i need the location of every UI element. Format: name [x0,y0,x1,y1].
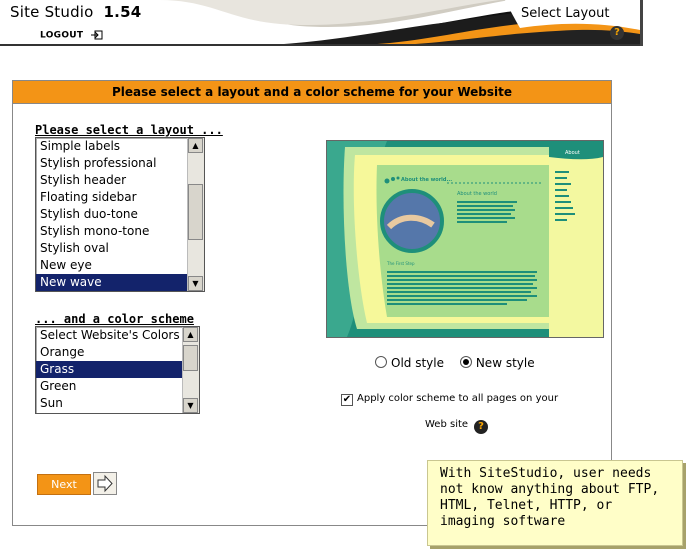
layout-label: Please select a layout ... [35,123,223,137]
layout-scrollbar[interactable]: ▲ ▼ [187,138,204,291]
layout-items: Simple labels Stylish professional Styli… [36,138,188,291]
next-button[interactable]: Next [37,474,91,495]
color-label: ... and a color scheme [35,312,194,326]
layout-listbox[interactable]: Simple labels Stylish professional Styli… [35,137,205,292]
color-option[interactable]: Sun [36,395,183,412]
layout-option[interactable]: Stylish header [36,172,188,189]
color-listbox[interactable]: Select Website's Colors Orange Grass Gre… [35,326,200,414]
app-version: 1.54 [103,3,142,21]
logout-link[interactable]: LOGOUT [40,30,103,41]
scroll-down-icon[interactable]: ▼ [188,276,203,291]
apply-all-option[interactable]: ✔ Apply color scheme to all pages on your [341,393,558,406]
color-items: Select Website's Colors Orange Grass Gre… [36,327,183,412]
color-option-selected[interactable]: Grass [36,361,183,378]
layout-option-selected[interactable]: New wave [36,274,188,291]
layout-option[interactable]: Stylish professional [36,155,188,172]
old-style-option[interactable]: Old style [375,356,444,370]
color-scrollbar[interactable]: ▲ ▼ [182,327,199,413]
panel-title: Please select a layout and a color schem… [13,81,611,104]
app-title: Site Studio 1.54 [10,3,141,21]
app-name: Site Studio [10,3,94,21]
info-callout: With SiteStudio, user needs not know any… [427,460,683,546]
preview-tab-label: About [565,150,580,156]
new-style-label: New style [475,356,535,370]
preview-image: About About the world... About the world… [327,141,603,337]
radio-icon[interactable] [375,356,387,368]
apply-all-checkbox[interactable]: ✔ [341,394,353,406]
color-option[interactable]: Select Website's Colors [36,327,183,344]
scroll-up-icon[interactable]: ▲ [188,138,203,153]
new-style-option[interactable]: New style [459,356,535,370]
layout-option[interactable]: Stylish duo-tone [36,206,188,223]
color-option[interactable]: Orange [36,344,183,361]
preview-heading: About the world... [401,177,452,183]
layout-preview: About About the world... About the world… [326,140,604,338]
page-name: Select Layout [521,6,610,21]
apply-all-label-2-row: Web site? [425,419,489,434]
color-option[interactable]: Green [36,378,183,395]
radio-selected-icon[interactable] [459,356,472,368]
scroll-up-icon[interactable]: ▲ [183,327,198,342]
help-icon[interactable]: ? [474,420,489,434]
apply-all-label-2: Web site [425,419,469,430]
preview-section: The First Step [386,261,415,266]
scroll-thumb[interactable] [183,345,198,371]
layout-option[interactable]: Stylish mono-tone [36,223,188,240]
app-header: Site Studio 1.54 LOGOUT Select Layout ? [0,0,700,46]
scroll-down-icon[interactable]: ▼ [183,398,198,413]
scroll-thumb[interactable] [188,184,203,240]
layout-option[interactable]: Simple labels [36,138,188,155]
apply-all-label: Apply color scheme to all pages on your [357,393,559,404]
layout-option[interactable]: Stylish oval [36,240,188,257]
style-options: Old style New style [375,356,535,370]
preview-subheading: About the world [457,191,497,197]
arrow-right-icon [97,474,113,493]
old-style-label: Old style [391,356,444,370]
logout-icon [90,30,103,40]
help-icon[interactable]: ? [610,26,624,40]
next-arrow-button[interactable] [93,472,117,495]
layout-option[interactable]: New eye [36,257,188,274]
logout-label: LOGOUT [40,30,84,41]
layout-option[interactable]: Floating sidebar [36,189,188,206]
